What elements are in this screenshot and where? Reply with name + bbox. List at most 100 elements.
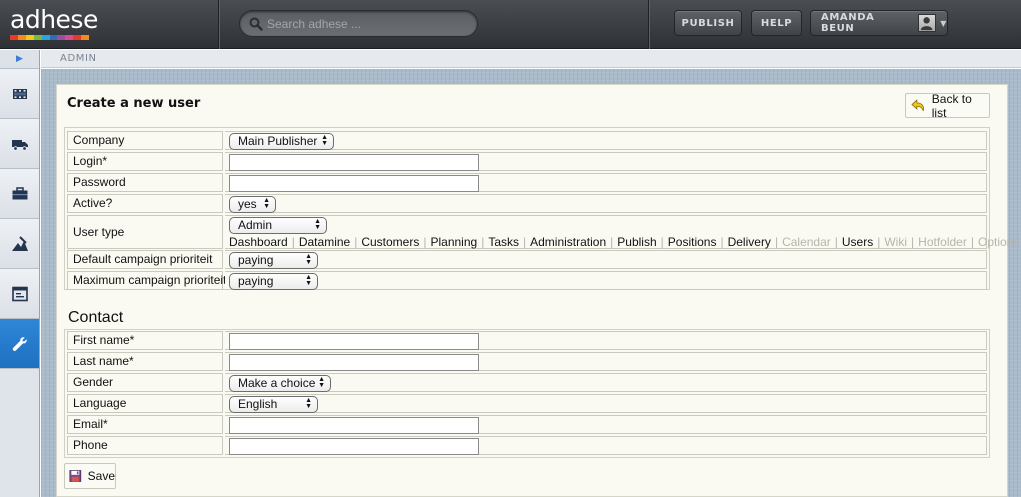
permission-link-tasks[interactable]: Tasks (488, 235, 519, 249)
active-row: Active? yes ▲ ▼ (67, 194, 987, 213)
password-label: Password (67, 173, 223, 192)
logo-color-segment (25, 35, 34, 40)
first-name-label: First name* (67, 331, 223, 350)
last-name-input[interactable] (229, 354, 479, 371)
user-name: AMANDA BEUN (821, 12, 875, 34)
adhese-logo[interactable]: adhese (10, 6, 210, 42)
page-title: Create a new user (67, 96, 201, 111)
sidebar-item-media[interactable] (0, 69, 39, 119)
permission-link-hotfolder[interactable]: Hotfolder (918, 235, 967, 249)
gender-select[interactable]: Make a choice ▲ ▼ (229, 375, 331, 392)
language-select[interactable]: English ▲ ▼ (229, 396, 318, 413)
chart-tool-icon (11, 235, 28, 251)
save-label: Save (87, 469, 115, 483)
permission-link-calendar[interactable]: Calendar (782, 235, 831, 249)
sidebar-item-delivery[interactable] (0, 119, 39, 169)
default-priority-select-value: paying (238, 253, 274, 267)
phone-input[interactable] (229, 438, 479, 455)
first-name-input[interactable] (229, 333, 479, 350)
divider (218, 0, 219, 49)
help-button[interactable]: HELP (751, 10, 802, 36)
user-type-label: User type (67, 215, 223, 249)
password-input[interactable] (229, 175, 479, 192)
active-value-cell: yes ▲ ▼ (225, 194, 987, 213)
login-input[interactable] (229, 154, 479, 171)
save-button[interactable]: Save (64, 463, 116, 489)
language-row: Language English ▲ ▼ (67, 394, 987, 413)
logo-color-segment (10, 35, 18, 40)
login-value-cell (225, 152, 987, 171)
sidebar-item-admin[interactable] (0, 319, 39, 369)
phone-label: Phone (67, 436, 223, 455)
search-box[interactable] (239, 10, 478, 37)
back-arrow-icon (911, 99, 924, 112)
first-name-value-cell (225, 331, 987, 350)
email-input[interactable] (229, 417, 479, 434)
permission-links: Dashboard | Datamine | Customers | Planning | Ta… (229, 235, 1019, 249)
max-priority-select-value: paying (238, 274, 274, 288)
active-select[interactable]: yes ▲ ▼ (229, 196, 276, 213)
permission-link-positions[interactable]: Positions (668, 235, 717, 249)
publish-button[interactable]: PUBLISH (674, 10, 742, 36)
film-strip-icon (12, 88, 27, 99)
permission-link-publish[interactable]: Publish (617, 235, 656, 249)
company-select[interactable]: Main Publisher ▲ ▼ (229, 133, 334, 150)
link-separator: | (423, 235, 427, 249)
permission-link-wiki[interactable]: Wiki (884, 235, 907, 249)
sidebar-item-reports[interactable] (0, 219, 39, 269)
language-label: Language (67, 394, 223, 413)
max-priority-row: Maximum campaign prioriteit paying ▲ ▼ (67, 271, 987, 290)
active-select-value: yes (238, 197, 257, 211)
select-arrows-icon: ▲ ▼ (305, 397, 312, 410)
search-icon (249, 17, 263, 31)
first-name-row: First name* (67, 331, 987, 350)
sidebar-item-business[interactable] (0, 169, 39, 219)
truck-icon (11, 139, 28, 151)
sidebar-item-templates[interactable] (0, 269, 39, 319)
help-label: HELP (760, 17, 793, 29)
breadcrumb-admin[interactable]: ADMIN (60, 53, 97, 64)
default-priority-select[interactable]: paying ▲ ▼ (229, 252, 318, 269)
wrench-icon (12, 336, 27, 351)
logo-color-segment (41, 35, 50, 40)
link-separator: | (660, 235, 664, 249)
permission-link-users[interactable]: Users (842, 235, 873, 249)
select-arrows-icon: ▲ ▼ (263, 197, 270, 210)
user-menu-button[interactable]: AMANDA BEUN ▼ (810, 10, 948, 36)
permission-link-delivery[interactable]: Delivery (728, 235, 771, 249)
permission-link-dashboard[interactable]: Dashboard (229, 235, 288, 249)
sidebar-expand-icon[interactable]: ▶ (0, 50, 39, 69)
link-separator: | (911, 235, 915, 249)
permission-link-customers[interactable]: Customers (361, 235, 419, 249)
logo-color-segment (73, 35, 82, 40)
permission-link-planning[interactable]: Planning (430, 235, 477, 249)
search-input[interactable] (267, 16, 467, 31)
default-priority-label: Default campaign prioriteit (67, 250, 223, 269)
briefcase-icon (12, 186, 27, 199)
back-to-list-button[interactable]: Back to list (905, 92, 990, 120)
max-priority-label: Maximum campaign prioriteit (67, 271, 226, 290)
link-separator: | (523, 235, 527, 249)
logo-color-segment (33, 35, 42, 40)
logo-color-segment (49, 35, 58, 40)
max-priority-select[interactable]: paying ▲ ▼ (229, 273, 318, 290)
logo-color-bar (10, 35, 90, 40)
user-type-select[interactable]: Admin ▲ ▼ (229, 217, 327, 234)
last-name-row: Last name* (67, 352, 987, 371)
link-separator: | (877, 235, 881, 249)
link-separator: | (291, 235, 295, 249)
permission-link-options[interactable]: Options (978, 235, 1019, 249)
window-panel-icon (11, 286, 28, 301)
link-separator: | (481, 235, 485, 249)
publish-label: PUBLISH (681, 17, 735, 29)
chevron-down-icon: ▼ (940, 18, 947, 28)
select-arrows-icon: ▲ ▼ (305, 253, 312, 266)
user-type-row: User type Admin ▲ ▼ Dashboard | Datamine | Cu… (67, 215, 1019, 249)
link-separator: | (774, 235, 779, 249)
default-priority-value-cell: paying ▲ ▼ (225, 250, 987, 269)
permission-link-datamine[interactable]: Datamine (299, 235, 350, 249)
login-row: Login* (67, 152, 987, 171)
permission-link-administration[interactable]: Administration (530, 235, 606, 249)
link-separator: | (834, 235, 838, 249)
gender-select-value: Make a choice (238, 376, 316, 390)
